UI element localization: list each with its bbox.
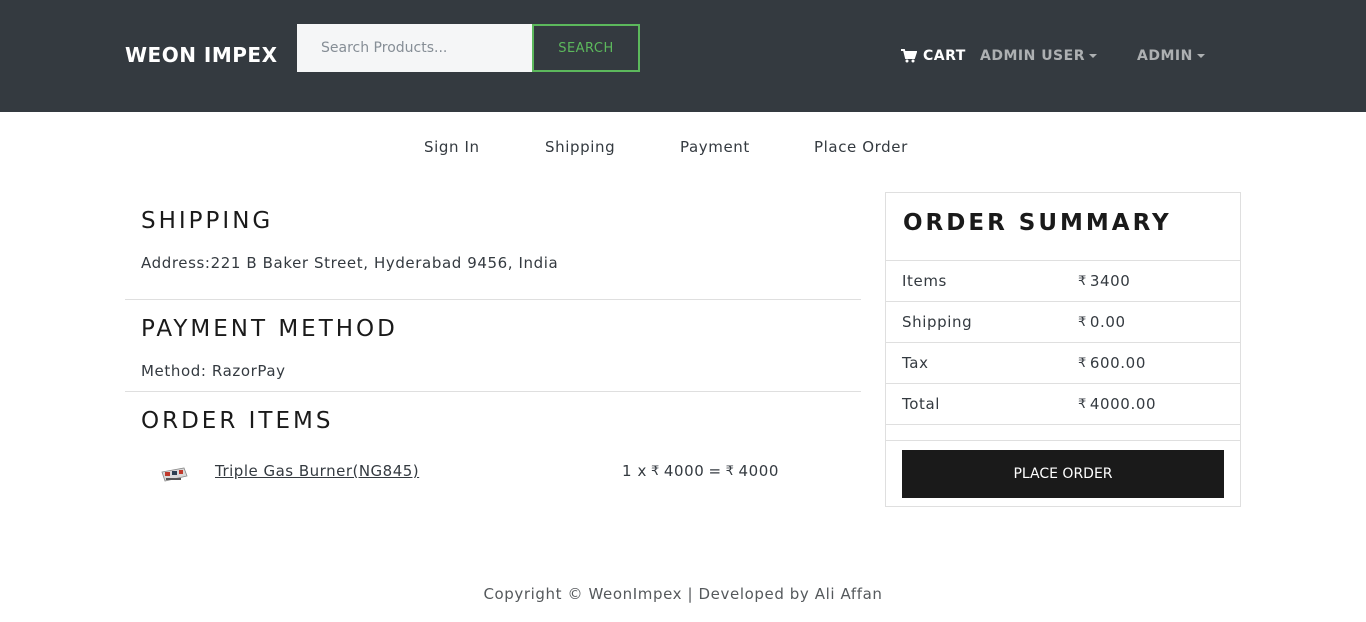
order-items-title: ORDER ITEMS (141, 408, 334, 434)
shipping-title: SHIPPING (141, 208, 274, 234)
summary-row-items: Items ₹ 3400 (886, 260, 1240, 301)
cart-label: CART (923, 48, 966, 64)
navbar: WEON IMPEX SEARCH CART ADMIN USER ADMIN (0, 0, 1366, 112)
summary-value: ₹ 3400 (1078, 272, 1130, 290)
brand-logo[interactable]: WEON IMPEX (125, 43, 278, 67)
user-dropdown-label: ADMIN USER (980, 48, 1085, 64)
rupee-icon: ₹ (1078, 314, 1087, 330)
rupee-icon: ₹ (1078, 396, 1087, 412)
user-dropdown[interactable]: ADMIN USER (980, 48, 1097, 64)
checkout-steps: Sign In Shipping Payment Place Order (0, 138, 1366, 158)
equals-sign: = (708, 462, 722, 480)
caret-down-icon (1196, 54, 1205, 58)
step-shipping[interactable]: Shipping (545, 138, 615, 156)
summary-label: Total (902, 395, 941, 413)
search-button[interactable]: SEARCH (532, 24, 640, 72)
summary-row-shipping: Shipping ₹ 0.00 (886, 301, 1240, 342)
summary-value: ₹ 0.00 (1078, 313, 1126, 331)
summary-label: Tax (902, 354, 929, 372)
rupee-icon: ₹ (651, 463, 660, 479)
summary-row-tax: Tax ₹ 600.00 (886, 342, 1240, 383)
admin-dropdown[interactable]: ADMIN (1137, 48, 1205, 64)
summary-amount: 4000.00 (1089, 395, 1157, 413)
summary-amount: 0.00 (1089, 313, 1126, 331)
caret-down-icon (1088, 54, 1097, 58)
cart-link[interactable]: CART (901, 48, 966, 64)
item-price-calc: 1 x ₹ 4000 = ₹ 4000 (622, 462, 779, 480)
order-summary-card: ORDER SUMMARY Items ₹ 3400 Shipping ₹ 0.… (885, 192, 1241, 507)
summary-label: Items (902, 272, 947, 290)
product-thumbnail[interactable] (160, 464, 188, 484)
summary-amount: 3400 (1089, 272, 1131, 290)
step-payment[interactable]: Payment (680, 138, 750, 156)
search-input[interactable] (297, 24, 533, 72)
step-sign-in[interactable]: Sign In (424, 138, 480, 156)
shipping-address: Address:221 B Baker Street, Hyderabad 94… (141, 254, 559, 272)
admin-dropdown-label: ADMIN (1137, 48, 1193, 64)
payment-method-text: Method: RazorPay (141, 362, 286, 380)
summary-label: Shipping (902, 313, 973, 331)
payment-method-title: PAYMENT METHOD (141, 316, 398, 342)
step-place-order[interactable]: Place Order (814, 138, 908, 156)
summary-row-total: Total ₹ 4000.00 (886, 383, 1240, 424)
footer: Copyright © WeonImpex | Developed by Ali… (483, 585, 883, 603)
rupee-icon: ₹ (725, 463, 735, 479)
item-price: 4000 (663, 462, 705, 480)
summary-row-empty (886, 424, 1240, 441)
place-order-button[interactable]: PLACE ORDER (902, 450, 1224, 498)
summary-value: ₹ 600.00 (1078, 354, 1146, 372)
shopping-cart-icon (901, 49, 917, 63)
item-quantity: 1 x (622, 462, 647, 480)
divider (125, 391, 861, 392)
product-link[interactable]: Triple Gas Burner(NG845) (215, 462, 419, 480)
rupee-icon: ₹ (1078, 355, 1087, 371)
summary-amount: 600.00 (1089, 354, 1146, 372)
order-summary-title: ORDER SUMMARY (903, 210, 1172, 236)
divider (125, 299, 861, 300)
item-total: 4000 (738, 462, 780, 480)
summary-value: ₹ 4000.00 (1078, 395, 1156, 413)
rupee-icon: ₹ (1078, 273, 1087, 289)
